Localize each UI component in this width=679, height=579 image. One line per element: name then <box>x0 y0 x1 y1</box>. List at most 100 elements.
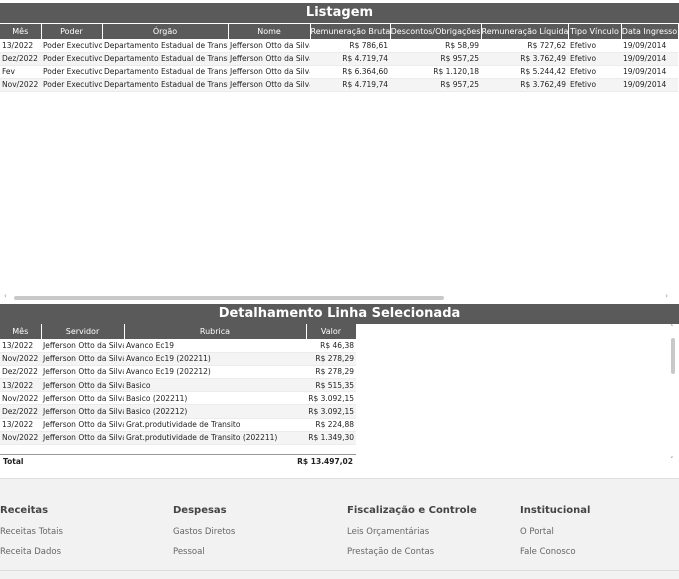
listagem-header-row: Mês Poder Órgão Nome Remuneração Bruta D… <box>0 24 679 39</box>
cell-mes: Nov/2022 <box>0 391 41 406</box>
column-header-remuneracao-liquida[interactable]: Remuneração Líquida <box>481 24 569 39</box>
cell-valor: R$ 46,38 <box>306 339 356 353</box>
chevron-up-icon[interactable]: ˄ <box>670 324 674 332</box>
chevron-right-icon[interactable]: › <box>665 292 668 300</box>
footer-column-fiscalizacao: Fiscalização e Controle Leis Orçamentári… <box>347 505 477 567</box>
column-header-servidor[interactable]: Servidor <box>41 324 125 339</box>
listagem-table: Mês Poder Órgão Nome Remuneração Bruta D… <box>0 24 679 92</box>
column-header-data-ingresso[interactable]: Data Ingresso <box>621 24 679 39</box>
cell-mes: Fev <box>0 65 41 79</box>
detalhamento-table-visual: Mês Servidor Rubrica Valor 13/2022 Jeffe… <box>0 324 679 470</box>
cell-orgao: Departamento Estadual de Transito <box>102 65 228 79</box>
scrollbar-thumb[interactable] <box>671 338 675 374</box>
detalhamento-header-row: Mês Servidor Rubrica Valor <box>0 324 357 339</box>
footer-heading: Despesas <box>173 505 227 516</box>
footer-link[interactable]: Receita Dados <box>0 547 63 557</box>
cell-poder: Poder Executivo <box>41 78 102 92</box>
cell-servidor: Jefferson Otto da Silva <box>41 431 124 446</box>
column-header-nome[interactable]: Nome <box>228 24 311 39</box>
cell-remuneracao-liquida: R$ 3.762,49 <box>481 52 568 66</box>
footer-link[interactable]: Fale Conosco <box>520 547 590 557</box>
cell-mes: 13/2022 <box>0 378 41 393</box>
cell-servidor: Jefferson Otto da Silva <box>41 378 124 393</box>
table-row[interactable]: Dez/2022 Jefferson Otto da Silva Basico … <box>0 404 356 419</box>
cell-data-ingresso: 19/09/2014 <box>621 52 678 66</box>
footer-link[interactable]: Pessoal <box>173 547 235 557</box>
total-label: Total <box>3 457 24 466</box>
column-header-mes[interactable]: Mês <box>0 24 42 39</box>
column-header-valor[interactable]: Valor <box>306 324 357 339</box>
table-row[interactable]: Fev Poder Executivo Departamento Estadua… <box>0 65 678 79</box>
cell-poder: Poder Executivo <box>41 65 102 79</box>
chevron-down-icon[interactable]: ˅ <box>670 456 674 464</box>
footer-link[interactable]: Prestação de Contas <box>347 547 477 557</box>
cell-valor: R$ 3.092,15 <box>306 391 356 406</box>
footer-heading: Receitas <box>0 505 49 516</box>
column-header-mes[interactable]: Mês <box>0 324 42 339</box>
footer-link[interactable]: Receitas Totais <box>0 527 63 537</box>
cell-rubrica: Grat.produtividade de Transito (202211) <box>124 431 306 446</box>
cell-data-ingresso: 19/09/2014 <box>621 78 678 92</box>
footer-link[interactable]: Gastos Diretos <box>173 527 235 537</box>
column-header-tipo-vinculo[interactable]: Tipo Vínculo <box>568 24 622 39</box>
cell-poder: Poder Executivo <box>41 52 102 66</box>
column-header-rubrica[interactable]: Rubrica <box>124 324 307 339</box>
chevron-left-icon[interactable]: ‹ <box>4 292 7 300</box>
table-row[interactable]: Dez/2022 Poder Executivo Departamento Es… <box>0 52 678 66</box>
cell-mes: 13/2022 <box>0 339 41 353</box>
cell-rubrica: Basico (202211) <box>124 391 306 406</box>
detalhamento-table: Mês Servidor Rubrica Valor 13/2022 Jeffe… <box>0 324 357 446</box>
cell-tipo-vinculo: Efetivo <box>568 39 621 53</box>
cell-nome: Jefferson Otto da Silva <box>228 78 310 92</box>
cell-remuneracao-bruta: R$ 6.364,60 <box>310 65 390 79</box>
detalhamento-title: Detalhamento Linha Selecionada <box>218 306 461 321</box>
cell-poder: Poder Executivo <box>41 39 102 53</box>
cell-remuneracao-bruta: R$ 786,61 <box>310 39 390 53</box>
cell-rubrica: Avanco Ec19 (202212) <box>124 365 306 380</box>
cell-descontos: R$ 957,25 <box>390 52 481 66</box>
cell-mes: Dez/2022 <box>0 404 41 419</box>
footer-heading: Fiscalização e Controle <box>347 505 477 516</box>
footer-link[interactable]: O Portal <box>520 527 590 537</box>
footer-column-despesas: Despesas Gastos Diretos Pessoal <box>173 505 235 567</box>
detalhamento-vertical-scrollbar[interactable]: ˄ ˅ <box>669 324 677 464</box>
cell-rubrica: Basico <box>124 378 306 393</box>
column-header-orgao[interactable]: Órgão <box>102 24 229 39</box>
cell-valor: R$ 224,88 <box>306 418 356 432</box>
table-row[interactable]: Nov/2022 Jefferson Otto da Silva Basico … <box>0 391 356 406</box>
cell-remuneracao-bruta: R$ 4.719,74 <box>310 52 390 66</box>
cell-tipo-vinculo: Efetivo <box>568 52 621 66</box>
cell-mes: Dez/2022 <box>0 365 41 380</box>
cell-descontos: R$ 1.120,18 <box>390 65 481 79</box>
column-header-descontos[interactable]: Descontos/Obrigações <box>390 24 482 39</box>
listagem-table-visual: Mês Poder Órgão Nome Remuneração Bruta D… <box>0 23 679 304</box>
cell-servidor: Jefferson Otto da Silva <box>41 418 124 432</box>
table-row[interactable]: Nov/2022 Jefferson Otto da Silva Avanco … <box>0 352 356 366</box>
table-row[interactable]: Dez/2022 Jefferson Otto da Silva Avanco … <box>0 365 356 380</box>
cell-valor: R$ 3.092,15 <box>306 404 356 419</box>
table-row[interactable]: 13/2022 Jefferson Otto da Silva Avanco E… <box>0 339 356 353</box>
table-row[interactable]: 13/2022 Jefferson Otto da Silva Grat.pro… <box>0 418 356 432</box>
cell-servidor: Jefferson Otto da Silva <box>41 339 124 353</box>
cell-data-ingresso: 19/09/2014 <box>621 65 678 79</box>
cell-orgao: Departamento Estadual de Transito <box>102 52 228 66</box>
column-header-remuneracao-bruta[interactable]: Remuneração Bruta <box>310 24 391 39</box>
cell-nome: Jefferson Otto da Silva <box>228 52 310 66</box>
cell-mes: Nov/2022 <box>0 352 41 366</box>
cell-valor: R$ 1.349,30 <box>306 431 356 446</box>
table-row[interactable]: 13/2022 Poder Executivo Departamento Est… <box>0 39 678 53</box>
cell-orgao: Departamento Estadual de Transito <box>102 39 228 53</box>
cell-mes: 13/2022 <box>0 418 41 432</box>
footer: Receitas Receitas Totais Receita Dados D… <box>0 478 679 579</box>
table-row[interactable]: Nov/2022 Jefferson Otto da Silva Grat.pr… <box>0 431 356 446</box>
cell-orgao: Departamento Estadual de Transito <box>102 78 228 92</box>
cell-remuneracao-liquida: R$ 3.762,49 <box>481 78 568 92</box>
table-row[interactable]: Nov/2022 Poder Executivo Departamento Es… <box>0 78 678 92</box>
footer-link[interactable]: Leis Orçamentárias <box>347 527 477 537</box>
cell-mes: 13/2022 <box>0 39 41 53</box>
table-row[interactable]: 13/2022 Jefferson Otto da Silva Basico R… <box>0 378 356 393</box>
listagem-horizontal-scrollbar[interactable]: ‹ › <box>4 292 674 302</box>
footer-column-receitas: Receitas Receitas Totais Receita Dados <box>0 505 63 567</box>
column-header-poder[interactable]: Poder <box>41 24 103 39</box>
scrollbar-thumb[interactable] <box>14 296 444 300</box>
